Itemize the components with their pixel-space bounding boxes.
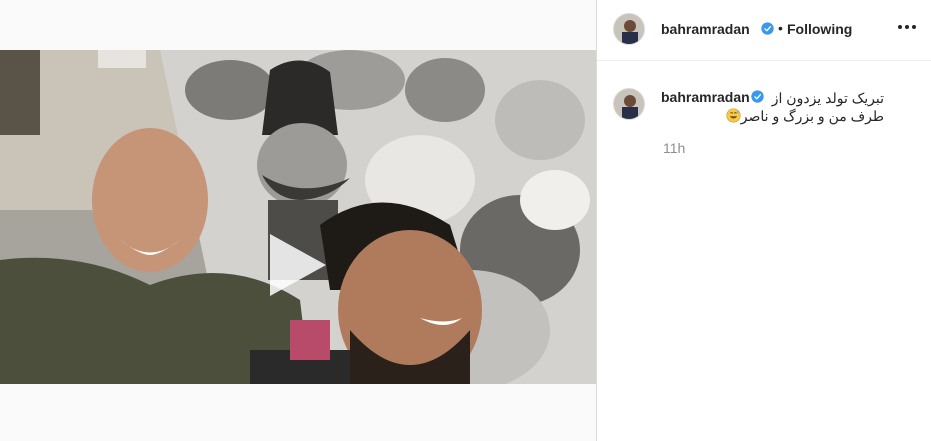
verified-badge-icon (761, 22, 774, 35)
play-button[interactable] (262, 230, 332, 300)
media-panel (0, 0, 596, 441)
caption-line-1: تبریک تولد یزدون از (771, 90, 884, 106)
more-options-icon (898, 25, 916, 29)
post-caption: تبریک تولد یزدون از طرف من و بزرگ و ناصر (661, 89, 884, 125)
avatar[interactable] (613, 13, 645, 45)
post-header: bahramradan • Following (597, 0, 931, 61)
more-options-button[interactable] (896, 16, 918, 38)
caption-line-2: طرف من و بزرگ و ناصر (740, 108, 884, 124)
caption-avatar[interactable] (613, 88, 645, 120)
profile-picture (614, 89, 644, 119)
post-sidebar: bahramradan • Following bahramradan تبری… (596, 0, 931, 441)
following-button[interactable]: Following (787, 21, 852, 37)
profile-picture (614, 14, 644, 44)
grinning-sweat-emoji-icon (726, 108, 741, 123)
separator-dot: • (778, 20, 783, 36)
video-frame (0, 50, 596, 384)
play-icon (270, 234, 326, 296)
video-player[interactable] (0, 50, 596, 384)
post-timestamp[interactable]: 11h (663, 140, 685, 156)
author-username[interactable]: bahramradan (661, 21, 750, 37)
instagram-post-page: bahramradan • Following bahramradan تبری… (0, 0, 931, 441)
